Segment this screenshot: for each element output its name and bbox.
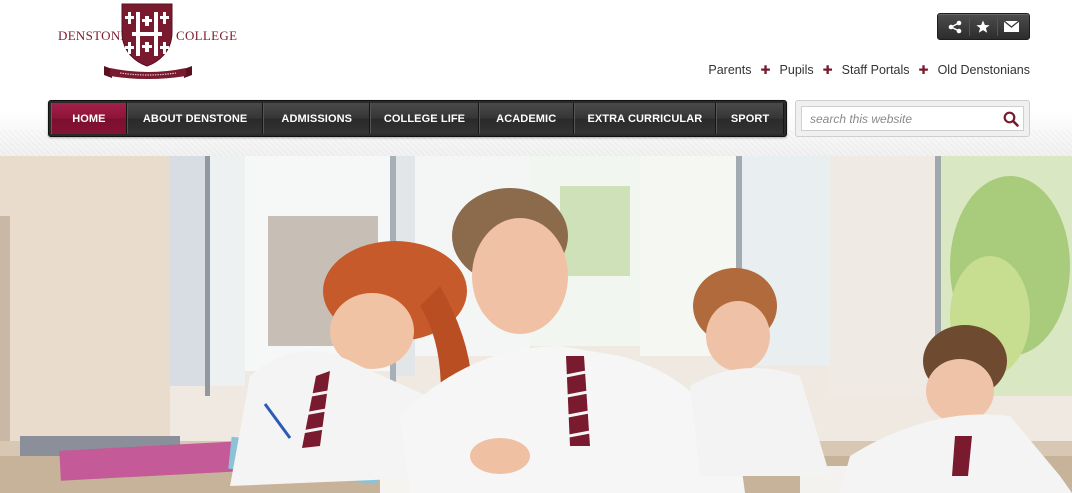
nav-about-denstone[interactable]: ABOUT DENSTONE — [126, 103, 264, 134]
hero-classroom-image — [0, 156, 1072, 493]
envelope-icon[interactable] — [999, 17, 1025, 37]
cross-bullet-icon: ✚ — [918, 63, 929, 77]
utility-toolbar — [937, 13, 1030, 40]
logo-text-right: COLLEGE — [176, 28, 238, 43]
search-box — [795, 100, 1030, 137]
classroom-photo — [0, 156, 1072, 493]
star-icon[interactable] — [970, 17, 996, 37]
nav-extra-curricular[interactable]: EXTRA CURRICULAR — [573, 103, 717, 134]
main-nav: HOME ABOUT DENSTONE ADMISSIONS COLLEGE L… — [48, 100, 787, 137]
cross-bullet-icon: ✚ — [760, 63, 771, 77]
nav-home[interactable]: HOME — [51, 103, 127, 134]
nav-academic[interactable]: ACADEMIC — [478, 103, 574, 134]
search-input[interactable] — [801, 106, 1024, 131]
nav-admissions[interactable]: ADMISSIONS — [263, 103, 371, 134]
college-logo[interactable]: DENSTONE COLLEGE — [56, 2, 238, 82]
share-icon[interactable] — [942, 17, 968, 37]
cross-bullet-icon: ✚ — [822, 63, 833, 77]
nav-college-life[interactable]: COLLEGE LIFE — [370, 103, 479, 134]
quick-link-pupils[interactable]: Pupils — [780, 63, 814, 77]
nav-sport[interactable]: SPORT — [716, 103, 784, 134]
site-header: DENSTONE COLLEGE Parents ✚ Pupils ✚ Staf… — [0, 0, 1072, 156]
search-icon[interactable] — [1003, 111, 1019, 127]
quick-link-parents[interactable]: Parents — [708, 63, 751, 77]
quick-link-old-denstonians[interactable]: Old Denstonians — [938, 63, 1030, 77]
quick-links: Parents ✚ Pupils ✚ Staff Portals ✚ Old D… — [708, 63, 1030, 77]
crest-icon — [121, 3, 173, 67]
quick-link-staff-portals[interactable]: Staff Portals — [842, 63, 910, 77]
motto-banner — [104, 66, 192, 79]
